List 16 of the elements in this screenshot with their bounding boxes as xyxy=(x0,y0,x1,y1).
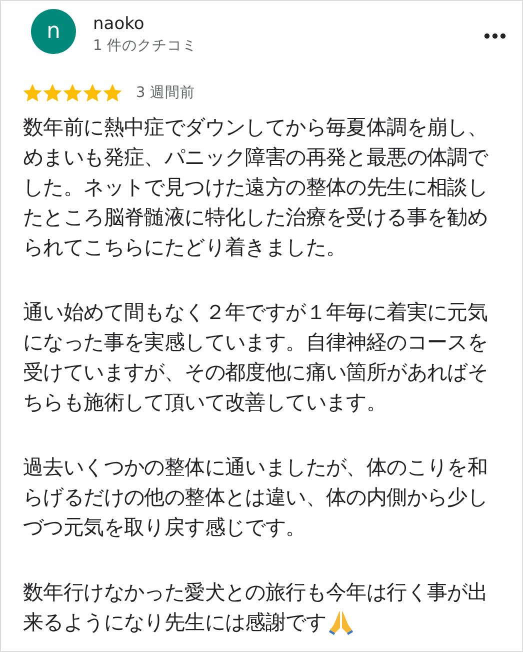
avatar: n xyxy=(31,9,76,54)
star-icon xyxy=(43,84,62,102)
review-paragraph: 過去いくつかの整体に通いましたが、体のこりを和らげるだけの他の整体とは違い、体の内側から少しづつ元気を取り戻す感じです。 xyxy=(23,455,488,539)
review-text-line: 数年行けなかった愛犬との旅行も今年は行く事が出 xyxy=(23,579,488,606)
review-time: 3 週間前 xyxy=(136,84,195,102)
more-options-icon[interactable] xyxy=(484,33,506,39)
star-icon xyxy=(63,84,82,102)
star-icon xyxy=(103,84,122,102)
review-paragraph: 通い始めて間もなく２年ですが１年毎に着実に元気になった事を実感しています。自律神経のコースを受けていますが、その都度他に痛い箇所があればそちらも施術して頂いて改善しています。 xyxy=(23,300,488,414)
reviewer-name[interactable]: naoko xyxy=(93,14,467,34)
praying-hands-icon xyxy=(328,609,354,635)
star-icon xyxy=(23,84,42,102)
star-icon xyxy=(83,84,102,102)
review-text-line: 来るようになり先生には感謝です xyxy=(23,609,326,636)
review-paragraph: 数年前に熱中症でダウンしてから毎夏体調を崩し、めまいも発症、パニック障害の再発と最悪の体調でした。ネットで見つけた遠方の整体の先生に相談したところ脳脊髄液に特化した治療を受ける事を勧められてこちらにたどり着きました。 xyxy=(23,115,488,259)
review-count: 1 件のクチコミ xyxy=(93,37,198,55)
